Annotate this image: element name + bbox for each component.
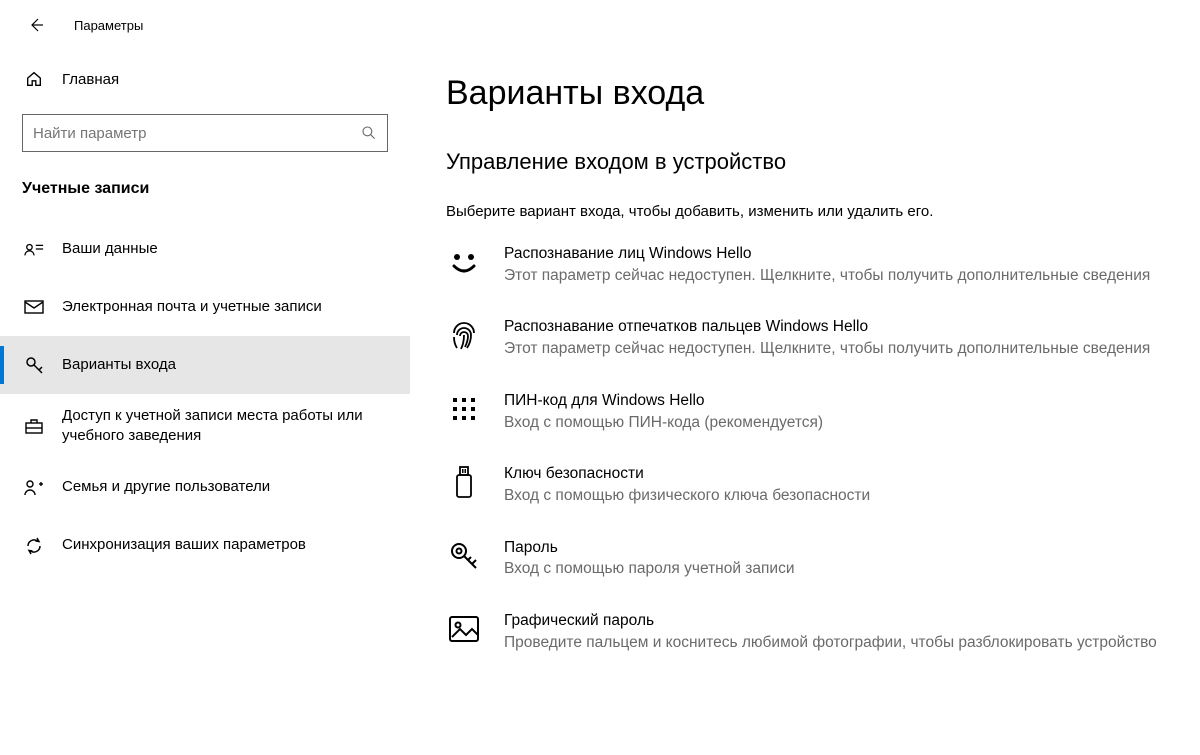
- back-button[interactable]: [18, 7, 54, 43]
- sidebar-item-work-school[interactable]: Доступ к учетной записи места работы или…: [0, 394, 410, 459]
- option-title: Ключ безопасности: [504, 464, 870, 485]
- option-desc: Этот параметр сейчас недоступен. Щелкнит…: [504, 265, 1150, 287]
- sidebar-item-label: Электронная почта и учетные записи: [62, 297, 322, 317]
- option-face[interactable]: Распознавание лиц Windows Hello Этот пар…: [446, 244, 1160, 287]
- nav-list: Ваши данные Электронная почта и учетные …: [0, 220, 410, 575]
- option-desc: Этот параметр сейчас недоступен. Щелкнит…: [504, 338, 1150, 360]
- window-title: Параметры: [74, 18, 143, 33]
- section-title: Учетные записи: [0, 180, 410, 220]
- sidebar-item-sync[interactable]: Синхронизация ваших параметров: [0, 517, 410, 575]
- sidebar-item-label: Ваши данные: [62, 239, 158, 259]
- page-title: Варианты входа: [446, 74, 1160, 113]
- signin-options-list: Распознавание лиц Windows Hello Этот пар…: [446, 244, 1160, 654]
- sidebar-item-label: Варианты входа: [62, 355, 176, 375]
- option-pin[interactable]: ПИН-код для Windows Hello Вход с помощью…: [446, 391, 1160, 434]
- briefcase-icon: [22, 417, 46, 435]
- option-title: Распознавание лиц Windows Hello: [504, 244, 1150, 265]
- sidebar-item-label: Доступ к учетной записи места работы или…: [62, 406, 388, 447]
- home-label: Главная: [62, 71, 119, 88]
- sidebar: Главная Учетные записи Ваши данные Элект…: [0, 50, 410, 755]
- sidebar-item-signin-options[interactable]: Варианты входа: [0, 336, 410, 394]
- option-title: Графический пароль: [504, 611, 1157, 632]
- subheading: Управление входом в устройство: [446, 149, 1160, 175]
- people-plus-icon: [22, 479, 46, 497]
- home-link[interactable]: Главная: [0, 62, 410, 96]
- instruction-text: Выберите вариант входа, чтобы добавить, …: [446, 203, 1160, 220]
- search-icon: [361, 125, 377, 141]
- sync-icon: [22, 536, 46, 556]
- option-security-key[interactable]: Ключ безопасности Вход с помощью физичес…: [446, 464, 1160, 507]
- option-title: Пароль: [504, 538, 795, 559]
- option-desc: Проведите пальцем и коснитесь любимой фо…: [504, 632, 1157, 654]
- sidebar-item-your-info[interactable]: Ваши данные: [0, 220, 410, 278]
- sidebar-item-email-accounts[interactable]: Электронная почта и учетные записи: [0, 278, 410, 336]
- option-title: ПИН-код для Windows Hello: [504, 391, 823, 412]
- fingerprint-icon: [446, 317, 482, 353]
- home-icon: [22, 70, 46, 88]
- window-header: Параметры: [0, 0, 1200, 50]
- sidebar-item-label: Синхронизация ваших параметров: [62, 535, 306, 555]
- option-desc: Вход с помощью пароля учетной записи: [504, 558, 795, 580]
- keypad-icon: [446, 391, 482, 427]
- option-desc: Вход с помощью физического ключа безопас…: [504, 485, 870, 507]
- key-large-icon: [446, 538, 482, 574]
- option-title: Распознавание отпечатков пальцев Windows…: [504, 317, 1150, 338]
- sidebar-item-label: Семья и другие пользователи: [62, 477, 270, 497]
- option-picture-password[interactable]: Графический пароль Проведите пальцем и к…: [446, 611, 1160, 654]
- person-card-icon: [22, 241, 46, 257]
- picture-icon: [446, 611, 482, 647]
- option-fingerprint[interactable]: Распознавание отпечатков пальцев Windows…: [446, 317, 1160, 360]
- mail-icon: [22, 299, 46, 315]
- key-icon: [22, 355, 46, 375]
- option-desc: Вход с помощью ПИН-кода (рекомендуется): [504, 412, 823, 434]
- usb-key-icon: [446, 464, 482, 500]
- face-icon: [446, 244, 482, 280]
- main-content: Варианты входа Управление входом в устро…: [410, 50, 1200, 755]
- option-password[interactable]: Пароль Вход с помощью пароля учетной зап…: [446, 538, 1160, 581]
- sidebar-item-family[interactable]: Семья и другие пользователи: [0, 459, 410, 517]
- search-input[interactable]: [33, 125, 361, 142]
- search-box[interactable]: [22, 114, 388, 152]
